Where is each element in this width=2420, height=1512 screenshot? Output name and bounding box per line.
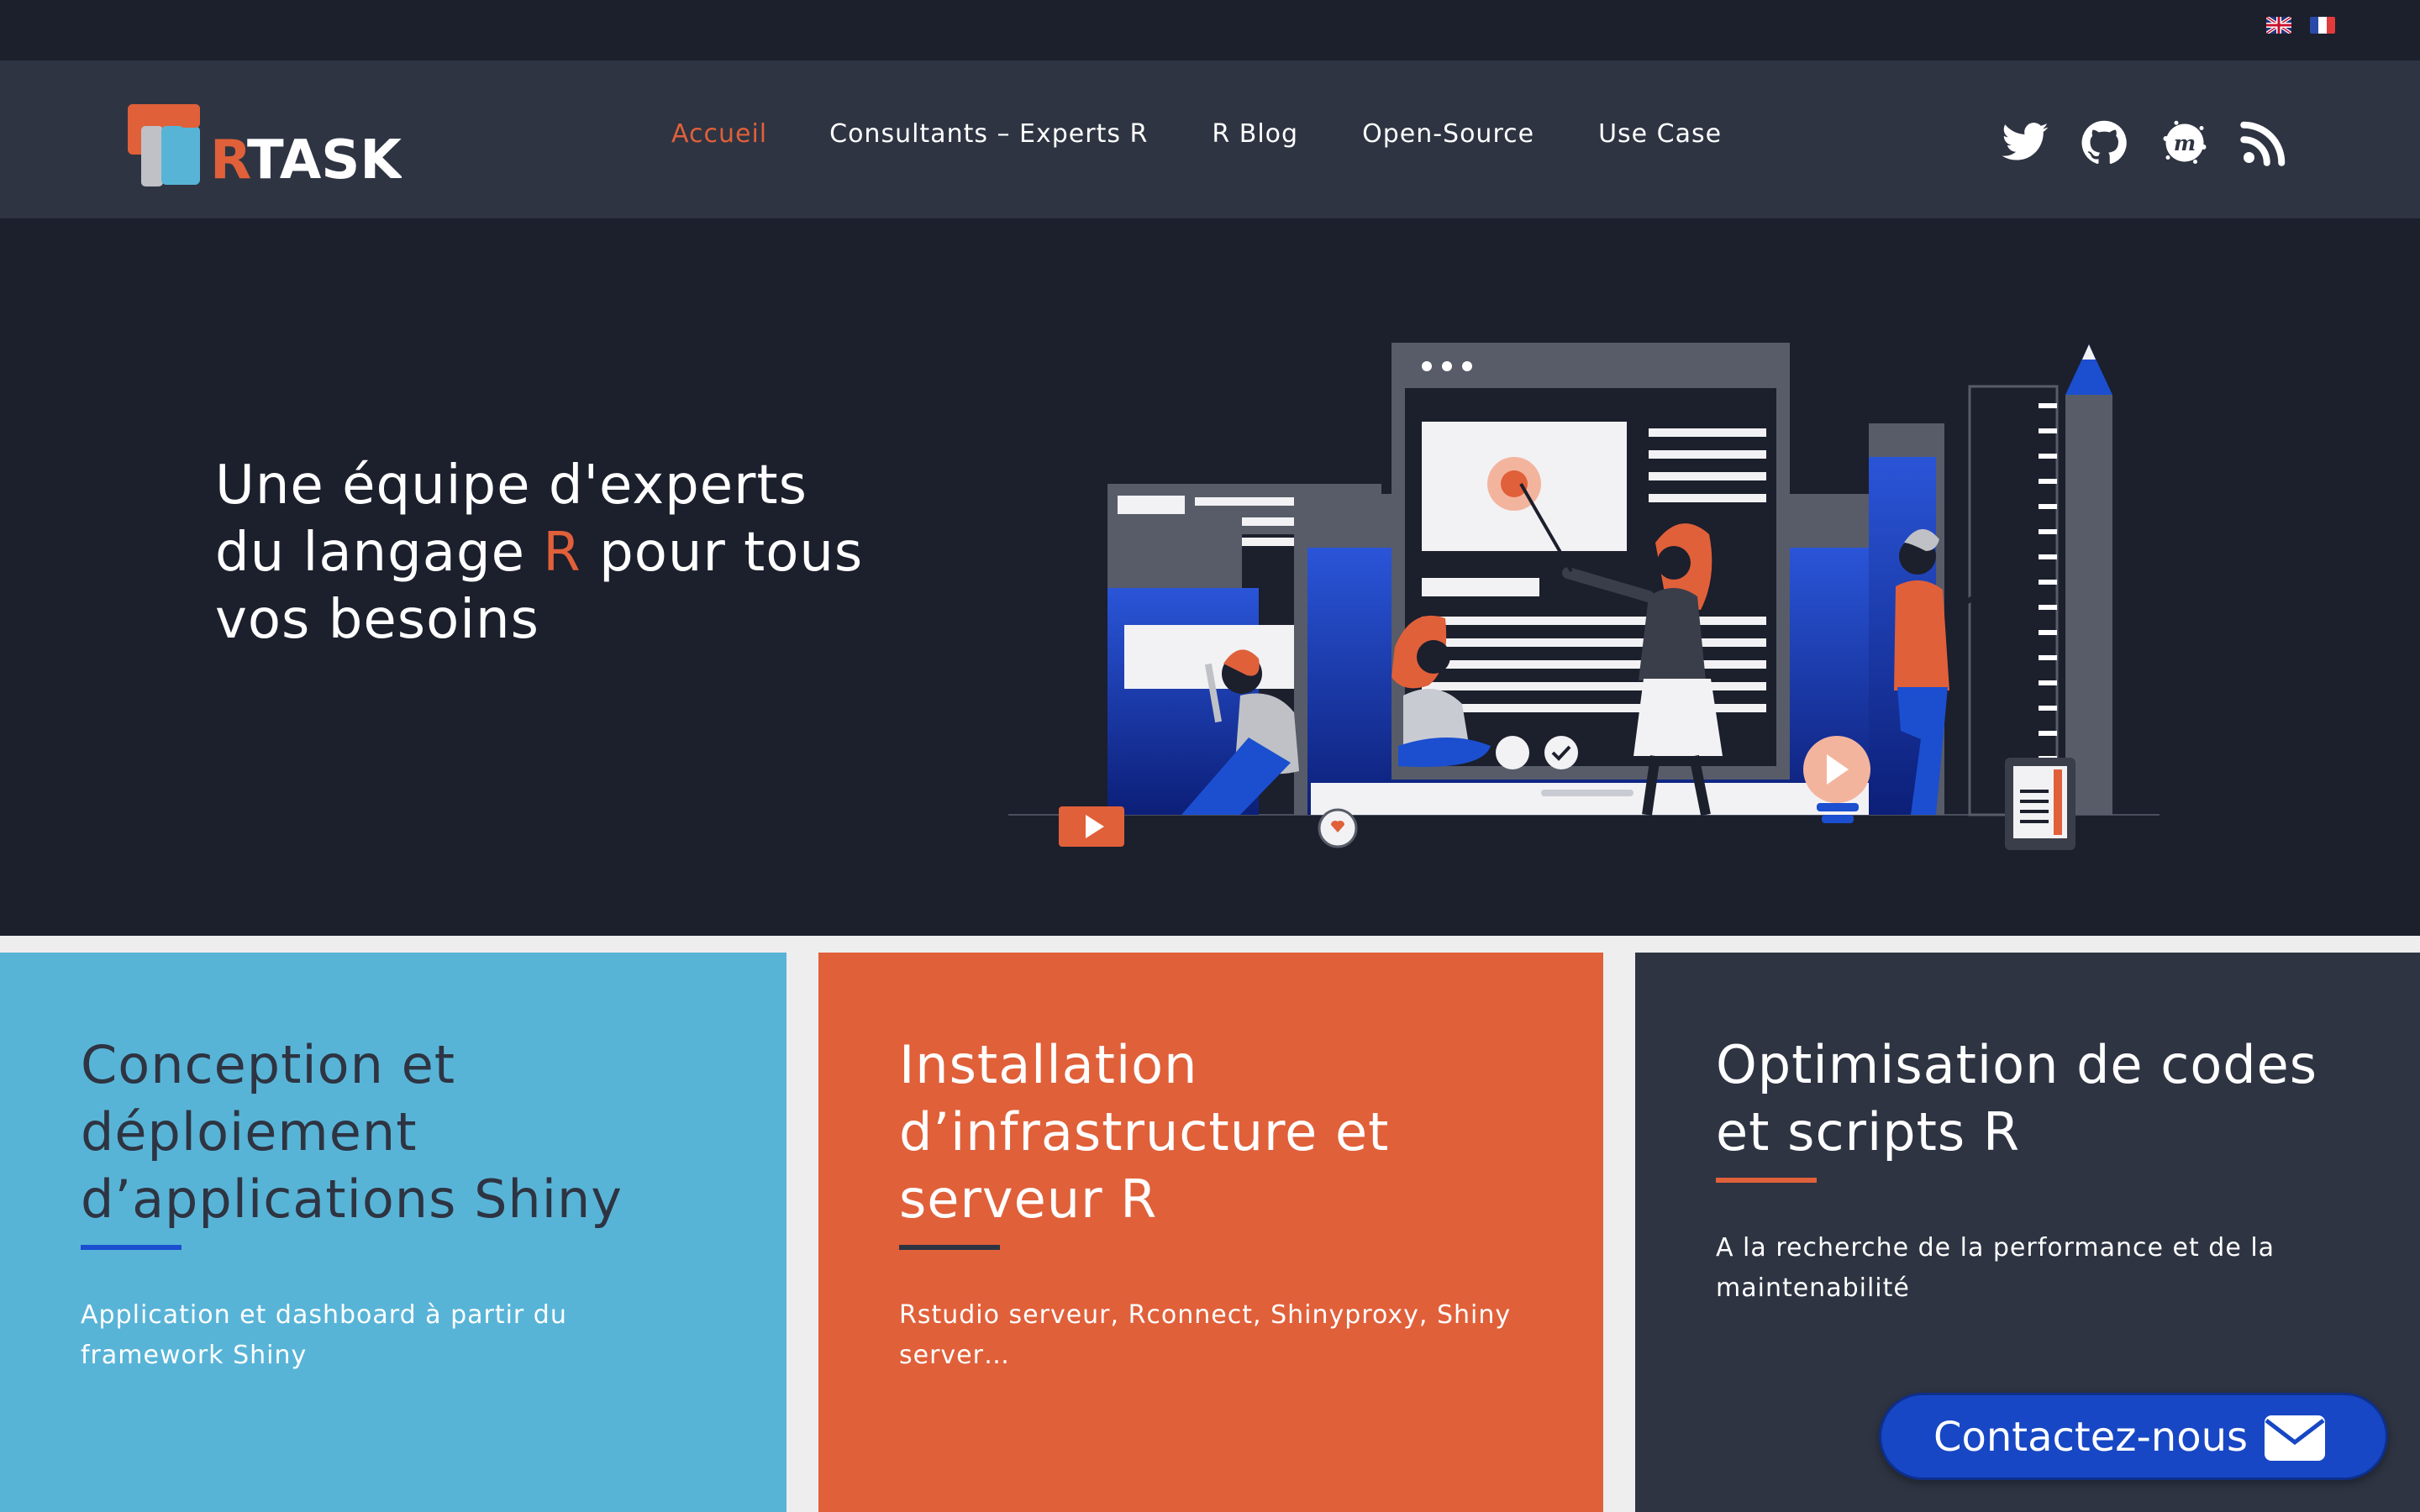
hero-title: Une équipe d'experts du langage R pour t… — [215, 452, 938, 654]
nav-accueil[interactable]: Accueil — [671, 114, 767, 165]
contact-button-label: Contactez-nous — [1933, 1414, 2249, 1461]
rss-icon[interactable] — [2238, 118, 2289, 168]
card-title: Conception et déploiement d’applications… — [81, 1032, 753, 1233]
service-card-shiny[interactable]: Conception et déploiement d’applications… — [0, 953, 786, 1512]
card-description: A la recherche de la performance et de l… — [1716, 1228, 2388, 1309]
card-title: Optimisation de codes et scripts R — [1716, 1032, 2388, 1166]
card-description: Application et dashboard à partir du fra… — [81, 1295, 753, 1376]
card-title-line: déploiement — [81, 1101, 418, 1163]
hero-illustration — [1000, 294, 2176, 865]
twitter-icon[interactable] — [2000, 118, 2050, 168]
logo-task-text: TASK — [247, 129, 402, 192]
github-icon[interactable] — [2079, 118, 2129, 168]
nav-r-blog[interactable]: R Blog — [1212, 114, 1298, 165]
svg-text:m: m — [2174, 131, 2196, 155]
card-title-line: serveur R — [899, 1168, 1158, 1230]
card-description-line: maintenabilité — [1716, 1273, 1910, 1303]
hero-section: Une équipe d'experts du langage R pour t… — [0, 218, 2420, 936]
card-description: Rstudio serveur, Rconnect, Shinyproxy, S… — [899, 1295, 1571, 1376]
card-title-line: Optimisation de codes — [1716, 1034, 2318, 1095]
rtask-logo[interactable]: R TASK — [124, 101, 403, 193]
service-card-infrastructure[interactable]: Installation d’infrastructure et serveur… — [818, 953, 1603, 1512]
card-description-line: Application et dashboard à partir du — [81, 1300, 567, 1330]
card-title-line: d’infrastructure et — [899, 1101, 1390, 1163]
logo-r-letter: R — [210, 129, 251, 192]
card-description-line: A la recherche de la performance et de l… — [1716, 1233, 2275, 1263]
english-flag-icon[interactable] — [2266, 17, 2291, 34]
card-underline — [1716, 1178, 1817, 1183]
hero-title-line2-post: pour tous — [581, 522, 864, 584]
nav-use-case[interactable]: Use Case — [1598, 114, 1722, 165]
card-description-line: server… — [899, 1341, 1010, 1370]
top-bar — [0, 0, 2420, 60]
hero-title-line3: vos besoins — [215, 589, 539, 651]
card-underline — [81, 1245, 182, 1250]
hero-title-accent-r: R — [543, 522, 581, 584]
nav-consultants[interactable]: Consultants – Experts R — [829, 114, 1148, 165]
card-title-line: Installation — [899, 1034, 1198, 1095]
french-flag-icon[interactable] — [2310, 17, 2335, 34]
meetup-icon[interactable]: m — [2160, 118, 2210, 168]
card-title-line: d’applications Shiny — [81, 1168, 623, 1230]
envelope-icon — [2263, 1414, 2327, 1462]
site-header: R TASK Accueil Consultants – Experts R R… — [0, 60, 2420, 218]
main-nav: Accueil Consultants – Experts R R Blog O… — [671, 114, 1722, 165]
card-title-line: et scripts R — [1716, 1101, 2021, 1163]
card-underline — [899, 1245, 1000, 1250]
nav-open-source[interactable]: Open-Source — [1362, 114, 1534, 165]
card-title: Installation d’infrastructure et serveur… — [899, 1032, 1571, 1233]
card-title-line: Conception et — [81, 1034, 456, 1095]
hero-title-line1: Une équipe d'experts — [215, 454, 808, 517]
hero-title-line2-pre: du langage — [215, 522, 544, 584]
card-description-line: Rstudio serveur, Rconnect, Shinyproxy, S… — [899, 1300, 1512, 1330]
card-description-line: framework Shiny — [81, 1341, 308, 1370]
contact-button[interactable]: Contactez-nous — [1879, 1393, 2388, 1480]
